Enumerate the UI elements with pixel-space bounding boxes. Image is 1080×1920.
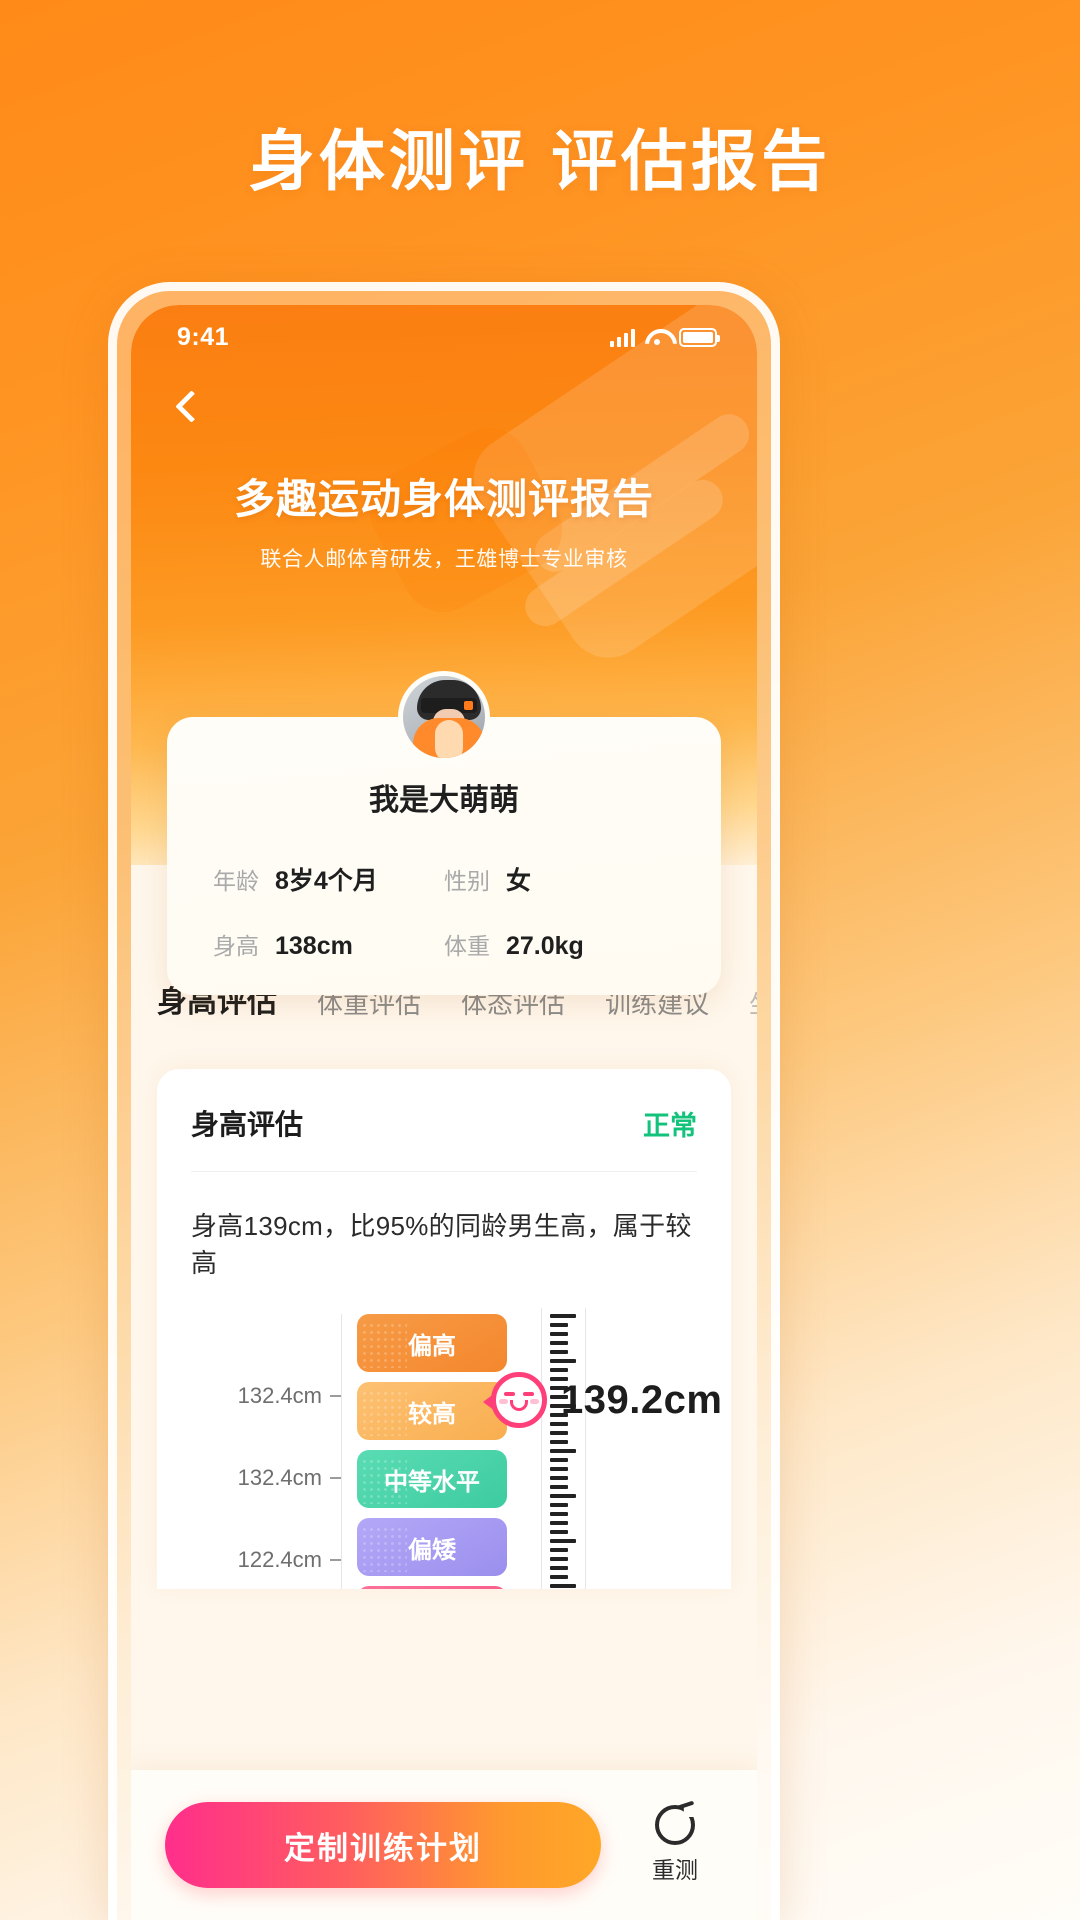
- marker-value: 139.2cm: [561, 1377, 723, 1422]
- status-badge: 正常: [643, 1110, 697, 1141]
- assessment-description: 身高139cm，比95%的同龄男生高，属于较高: [191, 1211, 692, 1278]
- chevron-left-icon[interactable]: [171, 391, 201, 421]
- assessment-title: 身高评估: [187, 1103, 320, 1145]
- info-label: 年龄: [213, 868, 259, 894]
- refresh-icon: [655, 1805, 695, 1845]
- info-item-gender: 性别 女: [444, 861, 675, 897]
- chart-y-axis: 132.4cm 132.4cm 122.4cm 112.4cm: [191, 1314, 341, 1589]
- bar-category-3: 偏矮: [357, 1518, 507, 1576]
- bar-category-4: 矮小症: [357, 1586, 507, 1589]
- chart-ruler: [541, 1308, 587, 1589]
- assessment-header: 身高评估 正常: [187, 1103, 697, 1145]
- info-label: 体重: [444, 933, 490, 959]
- avatar-body: [413, 718, 485, 758]
- ruler-edge-right: [585, 1308, 586, 1589]
- profile-card: 我是大萌萌 年龄 8岁4个月 性别 女 身高 138cm 体重 27.0kg: [167, 671, 721, 995]
- bar-category-0: 偏高: [357, 1314, 507, 1372]
- info-value: 女: [506, 867, 532, 895]
- info-label: 身高: [213, 933, 259, 959]
- bottom-action-bar: 定制训练计划 重测: [131, 1770, 757, 1920]
- wifi-icon: [645, 328, 669, 346]
- assessment-card: 身高评估 正常 身高139cm，比95%的同龄男生高，属于较高 132.4cm …: [157, 1069, 731, 1589]
- info-item-weight: 体重 27.0kg: [444, 927, 675, 961]
- profile-info-grid: 年龄 8岁4个月 性别 女 身高 138cm 体重 27.0kg: [203, 861, 685, 961]
- info-item-height: 身高 138cm: [213, 927, 444, 961]
- axis-tick: 132.4cm: [238, 1465, 341, 1491]
- profile-name: 我是大萌萌: [369, 784, 519, 817]
- divider: [191, 1171, 697, 1172]
- bar-category-1: 较高: [357, 1382, 507, 1440]
- info-label: 性别: [444, 868, 490, 894]
- axis-tick: 132.4cm: [238, 1383, 341, 1409]
- retest-button[interactable]: 重测: [627, 1805, 723, 1885]
- phone-screen: 9:41 多趣运动身体测评报告 联合人邮体育研发，王雄博士专业审核 我是大萌萌 …: [131, 305, 757, 1920]
- signal-icon: [610, 328, 635, 347]
- report-title: 多趣运动身体测评报告: [234, 476, 654, 522]
- axis-tick-label: 122.4cm: [237, 1547, 322, 1572]
- status-bar: 9:41: [131, 305, 757, 369]
- ruler-ticks: [550, 1314, 576, 1589]
- phone-mockup-frame: 9:41 多趣运动身体测评报告 联合人邮体育研发，王雄博士专业审核 我是大萌萌 …: [108, 282, 780, 1920]
- bar-category-2: 中等水平: [357, 1450, 507, 1508]
- info-value: 27.0kg: [506, 932, 584, 960]
- customize-training-plan-button[interactable]: 定制训练计划: [165, 1802, 601, 1888]
- status-icons: [610, 327, 720, 347]
- retest-label: 重测: [652, 1857, 698, 1883]
- axis-tick-label: 132.4cm: [237, 1465, 322, 1490]
- tab-more[interactable]: 坐: [749, 984, 757, 1025]
- page-title: 身体测评 评估报告: [248, 124, 832, 198]
- chart-axis-line: [341, 1314, 342, 1589]
- info-value: 138cm: [275, 932, 353, 960]
- navigation-bar: [131, 369, 757, 443]
- ruler-edge-left: [541, 1308, 542, 1589]
- height-chart: 132.4cm 132.4cm 122.4cm 112.4cm 偏高 较高: [191, 1308, 722, 1589]
- chart-bars: 偏高 较高 中等水平 偏矮 矮小症: [357, 1314, 507, 1589]
- status-time: 9:41: [177, 322, 230, 351]
- axis-tick: 122.4cm: [238, 1547, 341, 1573]
- info-value: 8岁4个月: [275, 867, 378, 895]
- axis-tick-label: 132.4cm: [237, 1383, 322, 1408]
- battery-icon: [679, 327, 720, 347]
- smiley-face-icon: [483, 1372, 547, 1428]
- height-marker: 139.2cm: [483, 1372, 723, 1428]
- avatar[interactable]: [398, 671, 490, 763]
- report-subtitle: 联合人邮体育研发，王雄博士专业审核: [260, 548, 628, 571]
- info-item-age: 年龄 8岁4个月: [213, 861, 444, 897]
